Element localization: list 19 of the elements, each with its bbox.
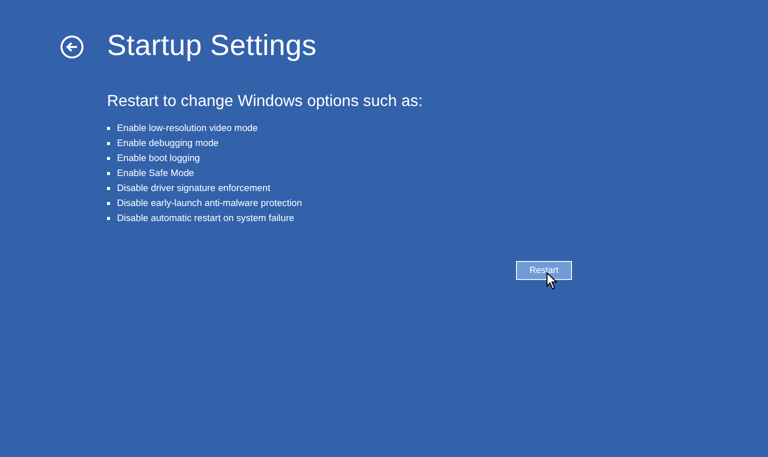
bullet-icon — [107, 172, 110, 174]
bullet-icon — [107, 202, 110, 204]
bullet-icon — [107, 142, 110, 144]
option-text: Enable low-resolution video mode — [117, 122, 258, 134]
option-text: Disable driver signature enforcement — [117, 182, 270, 194]
option-text: Enable debugging mode — [117, 137, 219, 149]
bullet-icon — [107, 156, 110, 160]
back-icon[interactable] — [60, 34, 84, 58]
bullet-icon — [107, 216, 110, 220]
page-title: Startup Settings — [107, 30, 317, 63]
restart-button[interactable]: Restart — [516, 260, 572, 280]
option-text: Enable boot logging — [117, 152, 200, 164]
subtitle: Restart to change Windows options such as: — [107, 93, 424, 111]
cursor-icon — [546, 272, 558, 290]
option-text: Enable Safe Mode — [117, 167, 194, 179]
option-text: Disable early-launch anti-malware protection — [117, 197, 302, 209]
bullet-icon — [107, 126, 110, 130]
bullet-icon — [107, 186, 110, 190]
option-text: Disable automatic restart on system failure — [117, 212, 294, 224]
